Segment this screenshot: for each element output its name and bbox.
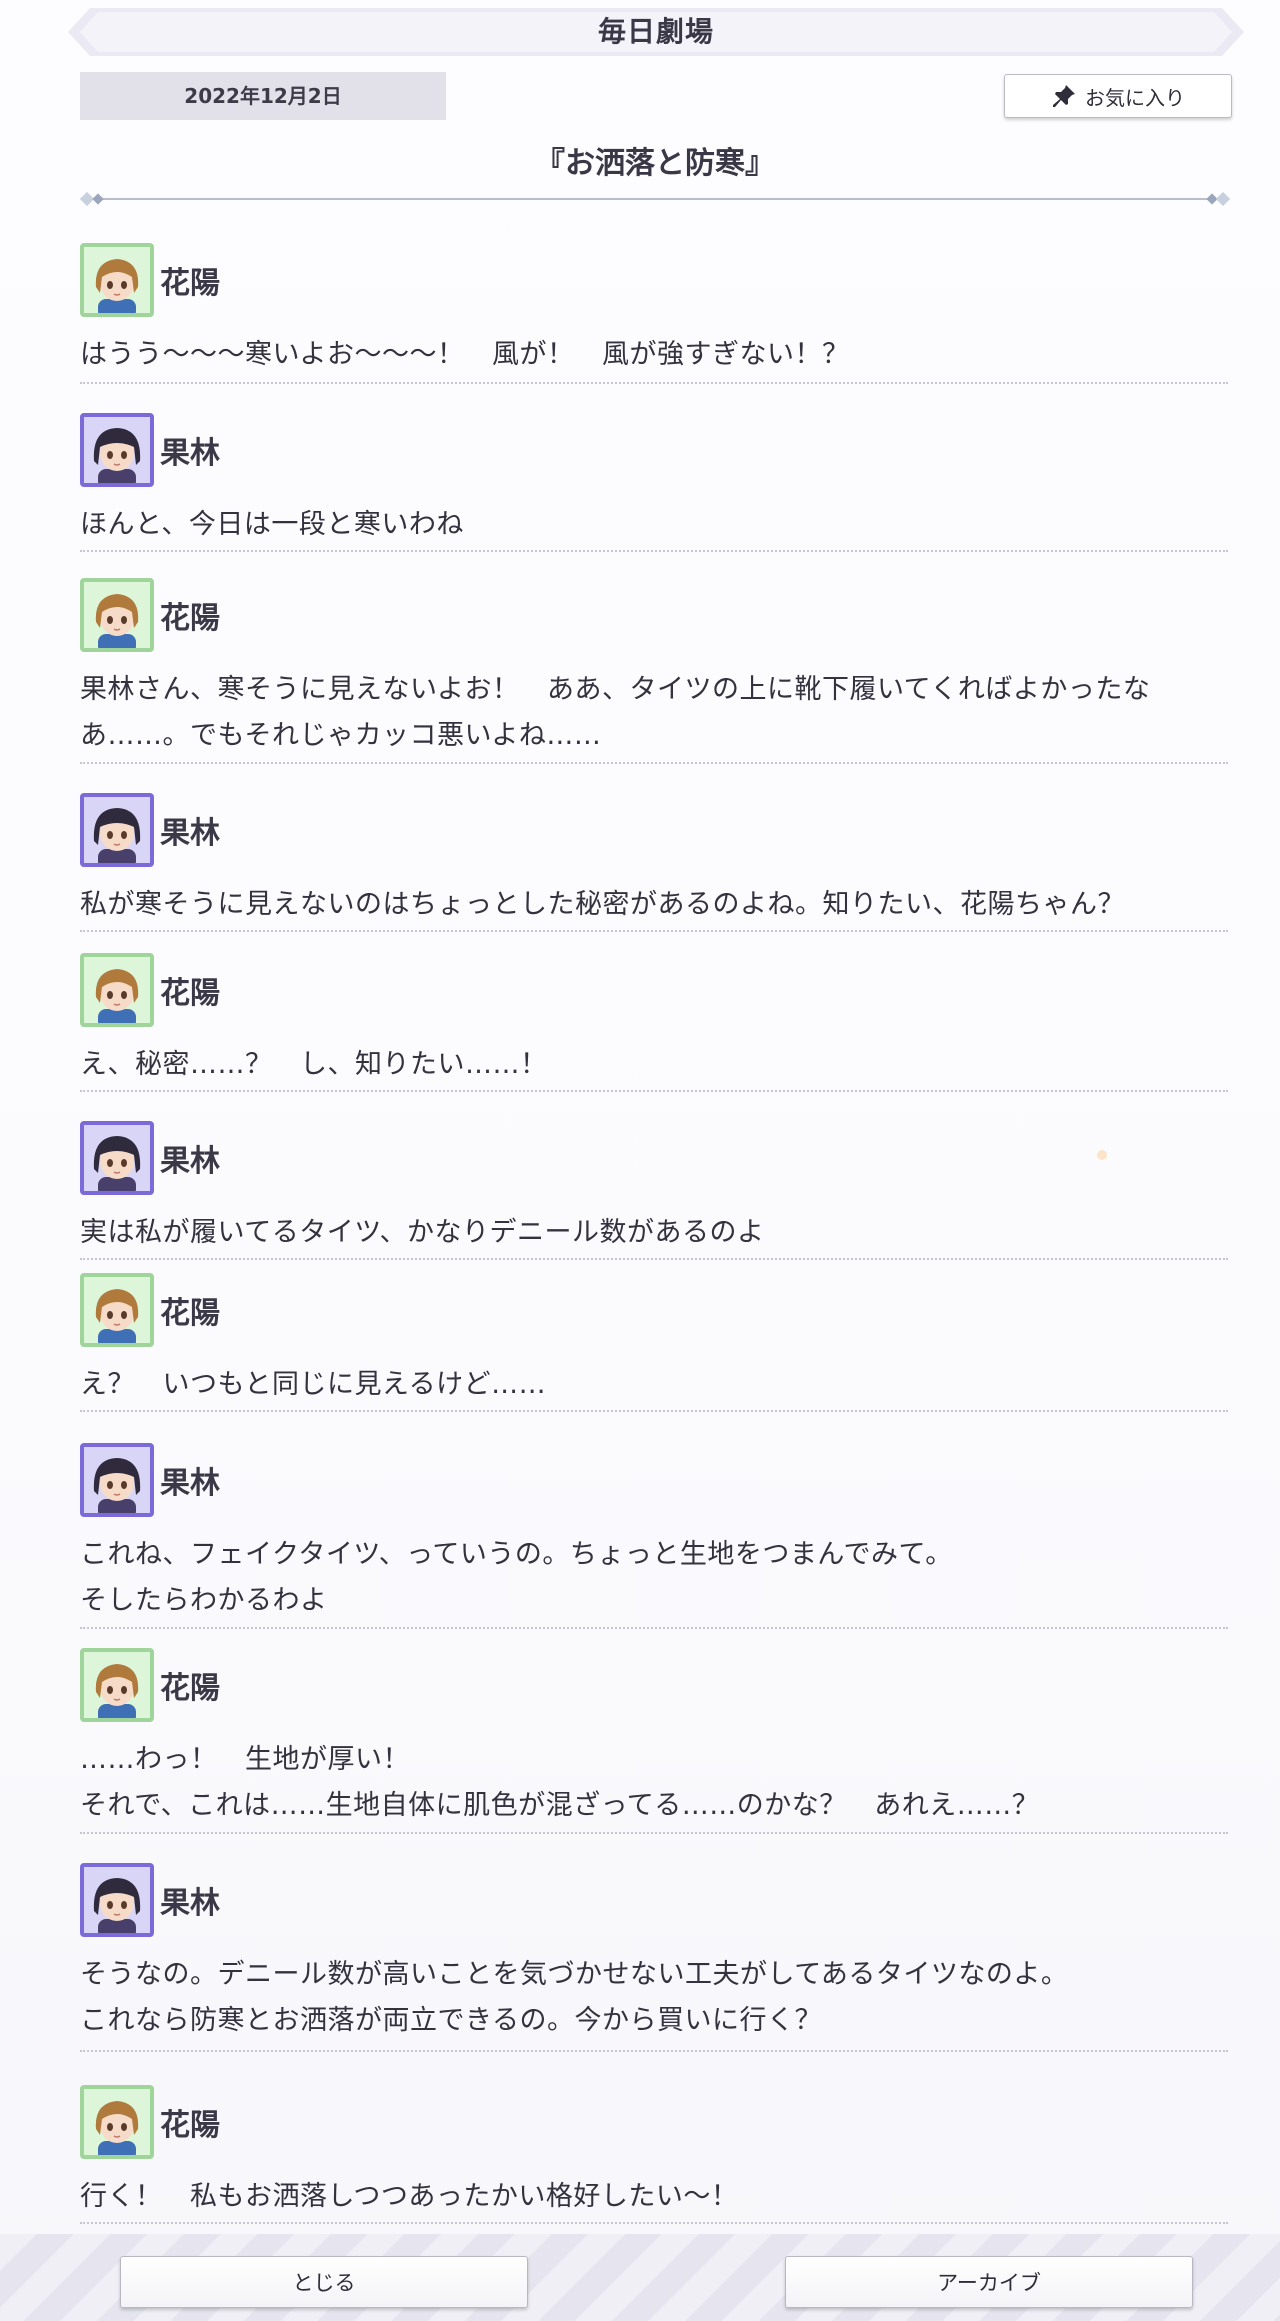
avatar-hanayo — [80, 243, 154, 317]
dialogue-lines: そうなの。デニール数が高いことを気づかせない工夫がしてあるタイツなのよ。 これなら… — [80, 1952, 1228, 2044]
speaker-row: 果林 — [80, 1440, 1228, 1520]
avatar-hanayo — [80, 953, 154, 1027]
dialogue-lines: 行く！ 私もお洒落しつつあったかい格好したい〜！ — [80, 2174, 1228, 2220]
dialogue-entry: 花陽 ……わっ！ 生地が厚い！ それで、これは……生地自体に肌色が混ざってる……のか… — [80, 1645, 1228, 1829]
dialogue-line: これなら防寒とお洒落が両立できるの。今から買いに行く？ — [80, 2005, 822, 2036]
dialogue-line: はうう〜〜〜寒いよお〜〜〜！ 風が！ 風が強すぎない！？ — [80, 339, 850, 370]
dialogue-entry: 花陽え、秘密……？ し、知りたい……！ — [80, 950, 1228, 1088]
speaker-row: 花陽 — [80, 240, 1228, 320]
dialogue-entry: 花陽え？ いつもと同じに見えるけど…… — [80, 1270, 1228, 1408]
speaker-name: 果林 — [160, 1144, 220, 1179]
dialogue-lines: 私が寒そうに見えないのはちょっとした秘密があるのよね。知りたい、花陽ちゃん？ — [80, 882, 1228, 928]
sparkle-decoration — [1097, 1150, 1107, 1160]
avatar-hanayo — [80, 1648, 154, 1722]
dialogue-line: ……わっ！ 生地が厚い！ — [80, 1744, 410, 1775]
avatar-karin — [80, 413, 154, 487]
dialogue-lines: ほんと、今日は一段と寒いわね — [80, 502, 1228, 548]
dialogue-lines: ……わっ！ 生地が厚い！ それで、これは……生地自体に肌色が混ざってる……のかな？… — [80, 1737, 1228, 1829]
dialogue-separator — [80, 1090, 1228, 1092]
dialogue-lines: え、秘密……？ し、知りたい……！ — [80, 1042, 1228, 1088]
close-button[interactable]: とじる — [120, 2256, 528, 2308]
dialogue-separator — [80, 762, 1228, 764]
avatar-hanayo — [80, 578, 154, 652]
story-title: 『お洒落と防寒』 — [535, 146, 775, 181]
speaker-row: 果林 — [80, 1860, 1228, 1940]
avatar-karin — [80, 793, 154, 867]
dialogue-entry: 花陽はうう〜〜〜寒いよお〜〜〜！ 風が！ 風が強すぎない！？ — [80, 240, 1228, 378]
speaker-name: 花陽 — [160, 1671, 220, 1706]
dialogue-entry: 果林実は私が履いてるタイツ、かなりデニール数があるのよ — [80, 1118, 1228, 1256]
avatar-karin — [80, 1443, 154, 1517]
dialogue-separator — [80, 382, 1228, 384]
dialogue-line: 行く！ 私もお洒落しつつあったかい格好したい〜！ — [80, 2181, 739, 2212]
dialogue-entry: 果林ほんと、今日は一段と寒いわね — [80, 410, 1228, 548]
speaker-name: 花陽 — [160, 976, 220, 1011]
dialogue-line: え？ いつもと同じに見えるけど…… — [80, 1369, 547, 1400]
speaker-row: 花陽 — [80, 1270, 1228, 1350]
dialogue-line: そうなの。デニール数が高いことを気づかせない工夫がしてあるタイツなのよ。 — [80, 1959, 1069, 1990]
dialogue-separator — [80, 1258, 1228, 1260]
dialogue-lines: これね、フェイクタイツ、っていうの。ちょっと生地をつまんでみて。 そしたらわかるわ… — [80, 1532, 1228, 1624]
favorite-label: お気に入り — [1085, 85, 1185, 110]
dialogue-lines: はうう〜〜〜寒いよお〜〜〜！ 風が！ 風が強すぎない！？ — [80, 332, 1228, 378]
page: 毎日劇場 2022年12月2日 お気に入り 『お洒落と防寒』 花陽はうう〜〜〜寒… — [0, 0, 1280, 2321]
dialogue-separator — [80, 2222, 1228, 2224]
speaker-name: 花陽 — [160, 2108, 220, 2143]
speaker-row: 果林 — [80, 410, 1228, 490]
dialogue-lines: 実は私が履いてるタイツ、かなりデニール数があるのよ — [80, 1210, 1228, 1256]
favorite-button[interactable]: お気に入り — [1004, 74, 1232, 118]
avatar-karin — [80, 1863, 154, 1937]
dialogue-line: 実は私が履いてるタイツ、かなりデニール数があるのよ — [80, 1217, 765, 1248]
speaker-row: 花陽 — [80, 950, 1228, 1030]
dialogue-separator — [80, 1627, 1228, 1629]
avatar-hanayo — [80, 1273, 154, 1347]
speaker-name: 花陽 — [160, 266, 220, 301]
speaker-row: 花陽 — [80, 1645, 1228, 1725]
speaker-row: 果林 — [80, 790, 1228, 870]
dialogue-lines: 果林さん、寒そうに見えないよお！ ああ、タイツの上に靴下履いてくればよかったなあ… — [80, 667, 1228, 759]
speaker-name: 果林 — [160, 1466, 220, 1501]
avatar-karin — [80, 1121, 154, 1195]
dialogue-entry: 花陽行く！ 私もお洒落しつつあったかい格好したい〜！ — [80, 2082, 1228, 2220]
speaker-row: 花陽 — [80, 2082, 1228, 2162]
speaker-name: 花陽 — [160, 1296, 220, 1331]
speaker-row: 果林 — [80, 1118, 1228, 1198]
title-divider — [80, 192, 1230, 206]
dialogue-entry: 果林これね、フェイクタイツ、っていうの。ちょっと生地をつまんでみて。 そしたらわか… — [80, 1440, 1228, 1624]
dialogue-separator — [80, 1832, 1228, 1834]
dialogue-line: 私が寒そうに見えないのはちょっとした秘密があるのよね。知りたい、花陽ちゃん？ — [80, 889, 1125, 920]
speaker-name: 果林 — [160, 816, 220, 851]
dialogue-line: そしたらわかるわよ — [80, 1585, 328, 1616]
dialogue-line: あ……。でもそれじゃカッコ悪いよね…… — [80, 720, 602, 751]
dialogue-separator — [80, 550, 1228, 552]
dialogue-entry: 果林私が寒そうに見えないのはちょっとした秘密があるのよね。知りたい、花陽ちゃん？ — [80, 790, 1228, 928]
speaker-name: 花陽 — [160, 601, 220, 636]
page-title: 毎日劇場 — [597, 15, 714, 48]
dialogue-separator — [80, 2050, 1228, 2052]
dialogue-line: これね、フェイクタイツ、っていうの。ちょっと生地をつまんでみて。 — [80, 1539, 953, 1570]
dialogue-line: ほんと、今日は一段と寒いわね — [80, 509, 464, 540]
dialogue-separator — [80, 1410, 1228, 1412]
speaker-name: 果林 — [160, 1886, 220, 1921]
title-bar: 毎日劇場 — [68, 8, 1244, 56]
archive-button[interactable]: アーカイブ — [785, 2256, 1193, 2308]
dialogue-line: 果林さん、寒そうに見えないよお！ ああ、タイツの上に靴下履いてくればよかったな — [80, 674, 1151, 705]
dialogue-lines: え？ いつもと同じに見えるけど…… — [80, 1362, 1228, 1408]
dialogue-line: それで、これは……生地自体に肌色が混ざってる……のかな？ あれえ……？ — [80, 1790, 1040, 1821]
dialogue-entry: 果林そうなの。デニール数が高いことを気づかせない工夫がしてあるタイツなのよ。 これ… — [80, 1860, 1228, 2044]
dialogue-entry: 花陽果林さん、寒そうに見えないよお！ ああ、タイツの上に靴下履いてくればよかった… — [80, 575, 1228, 759]
pin-icon — [1053, 85, 1075, 107]
avatar-hanayo — [80, 2085, 154, 2159]
dialogue-separator — [80, 930, 1228, 932]
speaker-row: 花陽 — [80, 575, 1228, 655]
date-label: 2022年12月2日 — [80, 72, 446, 120]
speaker-name: 果林 — [160, 436, 220, 471]
dialogue-line: え、秘密……？ し、知りたい……！ — [80, 1049, 548, 1080]
